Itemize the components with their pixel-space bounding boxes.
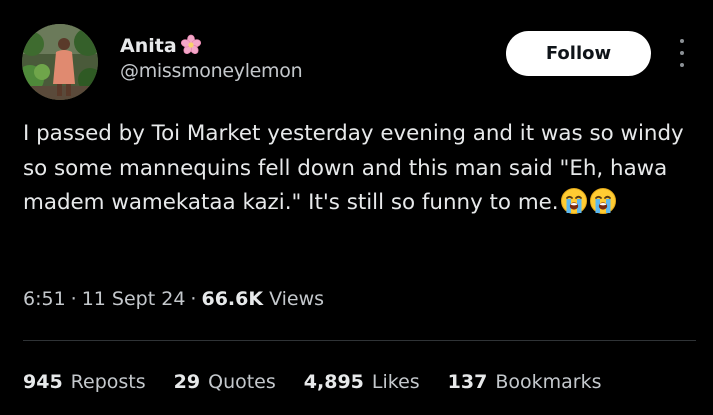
avatar[interactable] bbox=[22, 24, 98, 100]
engagement-stats: 945 Reposts 29 Quotes 4,895 Likes 137 Bo… bbox=[23, 373, 630, 392]
tweet-time[interactable]: 6:51 bbox=[23, 290, 66, 309]
more-vertical-icon[interactable] bbox=[672, 39, 692, 67]
quotes-count: 29 bbox=[173, 371, 201, 393]
reposts-stat[interactable]: 945 Reposts bbox=[23, 373, 146, 392]
views-label: Views bbox=[269, 288, 325, 310]
bookmarks-label: Bookmarks bbox=[495, 371, 602, 393]
display-name[interactable]: Anita bbox=[120, 36, 177, 56]
divider bbox=[23, 340, 696, 341]
reposts-label: Reposts bbox=[70, 371, 146, 393]
follow-button[interactable]: Follow bbox=[506, 31, 651, 76]
loudly-crying-face-icon bbox=[560, 187, 588, 215]
profile-photo bbox=[22, 24, 98, 100]
tweet-text: I passed by Toi Market yesterday evening… bbox=[23, 117, 698, 221]
author-name-row[interactable]: Anita bbox=[120, 34, 202, 56]
likes-label: Likes bbox=[371, 371, 420, 393]
views-count: 66.6K bbox=[201, 288, 264, 310]
tweet-date[interactable]: 11 Sept 24 bbox=[82, 290, 186, 309]
meta-separator: · bbox=[70, 288, 77, 310]
bookmarks-count: 137 bbox=[447, 371, 488, 393]
bookmarks-stat[interactable]: 137 Bookmarks bbox=[448, 373, 602, 392]
reposts-count: 945 bbox=[23, 371, 63, 393]
loudly-crying-face-icon bbox=[589, 187, 617, 215]
likes-count: 4,895 bbox=[303, 371, 364, 393]
pink-flower-icon bbox=[180, 34, 202, 56]
quotes-stat[interactable]: 29 Quotes bbox=[174, 373, 276, 392]
author-handle[interactable]: @missmoneylemon bbox=[120, 62, 303, 81]
meta-separator: · bbox=[190, 288, 197, 310]
likes-stat[interactable]: 4,895 Likes bbox=[304, 373, 420, 392]
quotes-label: Quotes bbox=[208, 371, 276, 393]
tweet-meta: 6:51 · 11 Sept 24 · 66.6K Views bbox=[23, 290, 324, 309]
